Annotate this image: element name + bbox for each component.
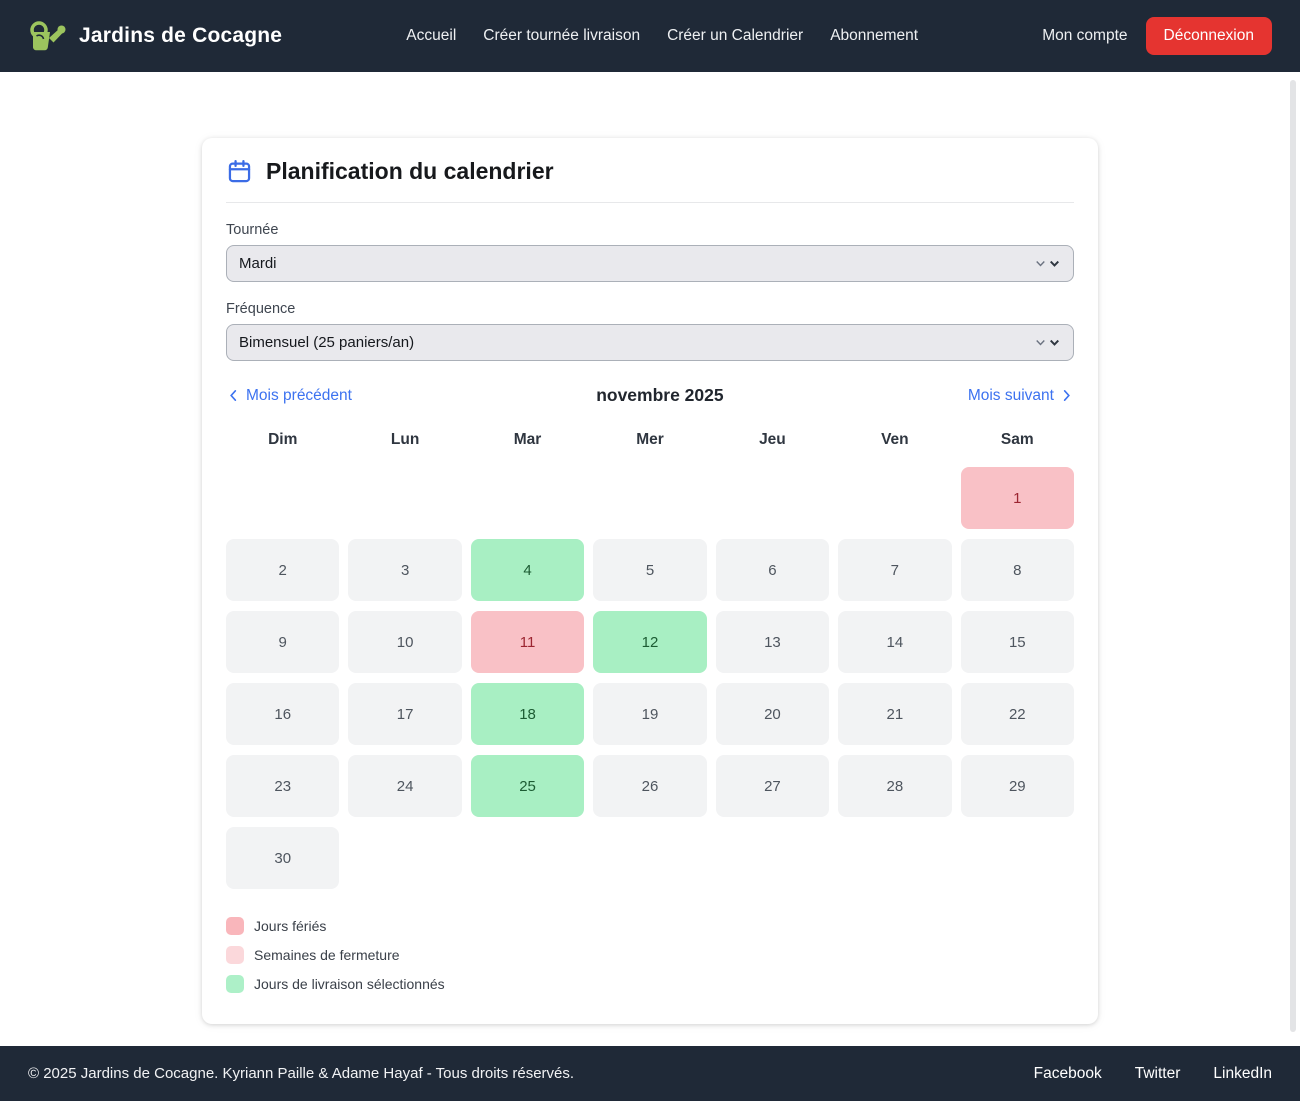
chevron-left-icon (226, 388, 241, 403)
weekday-mar: Mar (471, 431, 584, 449)
calendar-day-6[interactable]: 6 (716, 539, 829, 601)
nav-link-creer-tournee-livraison[interactable]: Créer tournée livraison (483, 27, 640, 45)
copyright-text: © 2025 Jardins de Cocagne. Kyriann Paill… (28, 1065, 574, 1082)
calendar-empty-cell (471, 467, 584, 529)
calendar-empty-cell (593, 467, 706, 529)
chevron-right-icon (1059, 388, 1074, 403)
calendar-month-nav: Mois précédent novembre 2025 Mois suivan… (226, 385, 1074, 406)
chevron-down-icon (1034, 336, 1061, 349)
frequence-select-value: Bimensuel (25 paniers/an) (239, 334, 1034, 351)
navbar-right-group: Mon compte Déconnexion (1042, 17, 1272, 55)
next-month-button[interactable]: Mois suivant (968, 387, 1074, 405)
tournee-select[interactable]: Mardi (226, 245, 1074, 282)
weekday-mer: Mer (593, 431, 706, 449)
prev-month-label: Mois précédent (246, 387, 352, 405)
page-content: Planification du calendrier Tournée Mard… (0, 72, 1300, 1040)
legend-semaines-de-fermeture-label: Semaines de fermeture (254, 947, 400, 963)
calendar-day-20[interactable]: 20 (716, 683, 829, 745)
legend-jours-feries-swatch (226, 917, 244, 935)
calendar-day-1[interactable]: 1 (961, 467, 1074, 529)
calendar-day-19[interactable]: 19 (593, 683, 706, 745)
footer-social-links: Facebook Twitter LinkedIn (1034, 1065, 1272, 1083)
calendar-planning-card: Planification du calendrier Tournée Mard… (202, 138, 1098, 1024)
legend-semaines-de-fermeture-swatch (226, 946, 244, 964)
footer-link-linkedin[interactable]: LinkedIn (1213, 1065, 1272, 1083)
calendar-day-13[interactable]: 13 (716, 611, 829, 673)
brand-title: Jardins de Cocagne (79, 24, 282, 48)
footer-link-facebook[interactable]: Facebook (1034, 1065, 1102, 1083)
weekday-lun: Lun (348, 431, 461, 449)
brand[interactable]: Jardins de Cocagne (28, 19, 282, 53)
footer-link-twitter[interactable]: Twitter (1135, 1065, 1181, 1083)
page-title: Planification du calendrier (266, 158, 554, 185)
weekday-ven: Ven (838, 431, 951, 449)
calendar-day-26[interactable]: 26 (593, 755, 706, 817)
calendar-day-27[interactable]: 27 (716, 755, 829, 817)
calendar-day-14[interactable]: 14 (838, 611, 951, 673)
legend-semaines-de-fermeture: Semaines de fermeture (226, 946, 1074, 964)
legend-jours-de-livraison-selectionnes-label: Jours de livraison sélectionnés (254, 976, 445, 992)
card-title-row: Planification du calendrier (226, 158, 1074, 203)
prev-month-button[interactable]: Mois précédent (226, 387, 352, 405)
nav-link-mon-compte[interactable]: Mon compte (1042, 27, 1127, 45)
calendar-day-9[interactable]: 9 (226, 611, 339, 673)
nav-link-abonnement[interactable]: Abonnement (830, 27, 918, 45)
tournee-select-value: Mardi (239, 255, 1034, 272)
calendar-day-22[interactable]: 22 (961, 683, 1074, 745)
month-title: novembre 2025 (596, 385, 723, 406)
page-scrollbar[interactable] (1290, 80, 1296, 1032)
calendar-day-12[interactable]: 12 (593, 611, 706, 673)
weekday-header-row: Dim Lun Mar Mer Jeu Ven Sam (226, 431, 1074, 449)
weekday-sam: Sam (961, 431, 1074, 449)
chevron-down-icon (1034, 257, 1061, 270)
calendar-empty-cell (716, 467, 829, 529)
calendar-day-30[interactable]: 30 (226, 827, 339, 889)
legend-jours-de-livraison-selectionnes: Jours de livraison sélectionnés (226, 975, 1074, 993)
calendar-day-2[interactable]: 2 (226, 539, 339, 601)
legend-jours-feries-label: Jours fériés (254, 918, 326, 934)
nav-link-accueil[interactable]: Accueil (406, 27, 456, 45)
calendar-day-21[interactable]: 21 (838, 683, 951, 745)
frequence-select[interactable]: Bimensuel (25 paniers/an) (226, 324, 1074, 361)
legend-jours-de-livraison-selectionnes-swatch (226, 975, 244, 993)
nav-link-creer-un-calendrier[interactable]: Créer un Calendrier (667, 27, 803, 45)
calendar-day-18[interactable]: 18 (471, 683, 584, 745)
calendar-day-17[interactable]: 17 (348, 683, 461, 745)
legend-jours-feries: Jours fériés (226, 917, 1074, 935)
weekday-dim: Dim (226, 431, 339, 449)
calendar-day-25[interactable]: 25 (471, 755, 584, 817)
calendar-day-10[interactable]: 10 (348, 611, 461, 673)
calendar-day-29[interactable]: 29 (961, 755, 1074, 817)
calendar-day-7[interactable]: 7 (838, 539, 951, 601)
calendar-day-16[interactable]: 16 (226, 683, 339, 745)
top-navbar: Jardins de Cocagne Accueil Créer tournée … (0, 0, 1300, 72)
main-navigation: Accueil Créer tournée livraison Créer un C… (406, 27, 918, 45)
calendar-days-grid: 1234567891011121314151617181920212223242… (226, 467, 1074, 889)
calendar-day-8[interactable]: 8 (961, 539, 1074, 601)
calendar-day-4[interactable]: 4 (471, 539, 584, 601)
calendar-day-11[interactable]: 11 (471, 611, 584, 673)
calendar-legend: Jours fériés Semaines de fermeture Jours d… (226, 917, 1074, 993)
calendar-day-5[interactable]: 5 (593, 539, 706, 601)
next-month-label: Mois suivant (968, 387, 1054, 405)
watering-can-logo-icon (28, 19, 68, 53)
calendar-day-24[interactable]: 24 (348, 755, 461, 817)
calendar-day-28[interactable]: 28 (838, 755, 951, 817)
page-footer: © 2025 Jardins de Cocagne. Kyriann Paill… (0, 1046, 1300, 1101)
calendar-day-3[interactable]: 3 (348, 539, 461, 601)
calendar-day-23[interactable]: 23 (226, 755, 339, 817)
calendar-day-15[interactable]: 15 (961, 611, 1074, 673)
calendar-empty-cell (838, 467, 951, 529)
tournee-label: Tournée (226, 222, 1074, 238)
calendar-empty-cell (226, 467, 339, 529)
frequence-label: Fréquence (226, 301, 1074, 317)
weekday-jeu: Jeu (716, 431, 829, 449)
calendar-icon (226, 158, 253, 185)
calendar-empty-cell (348, 467, 461, 529)
logout-button[interactable]: Déconnexion (1146, 17, 1272, 55)
